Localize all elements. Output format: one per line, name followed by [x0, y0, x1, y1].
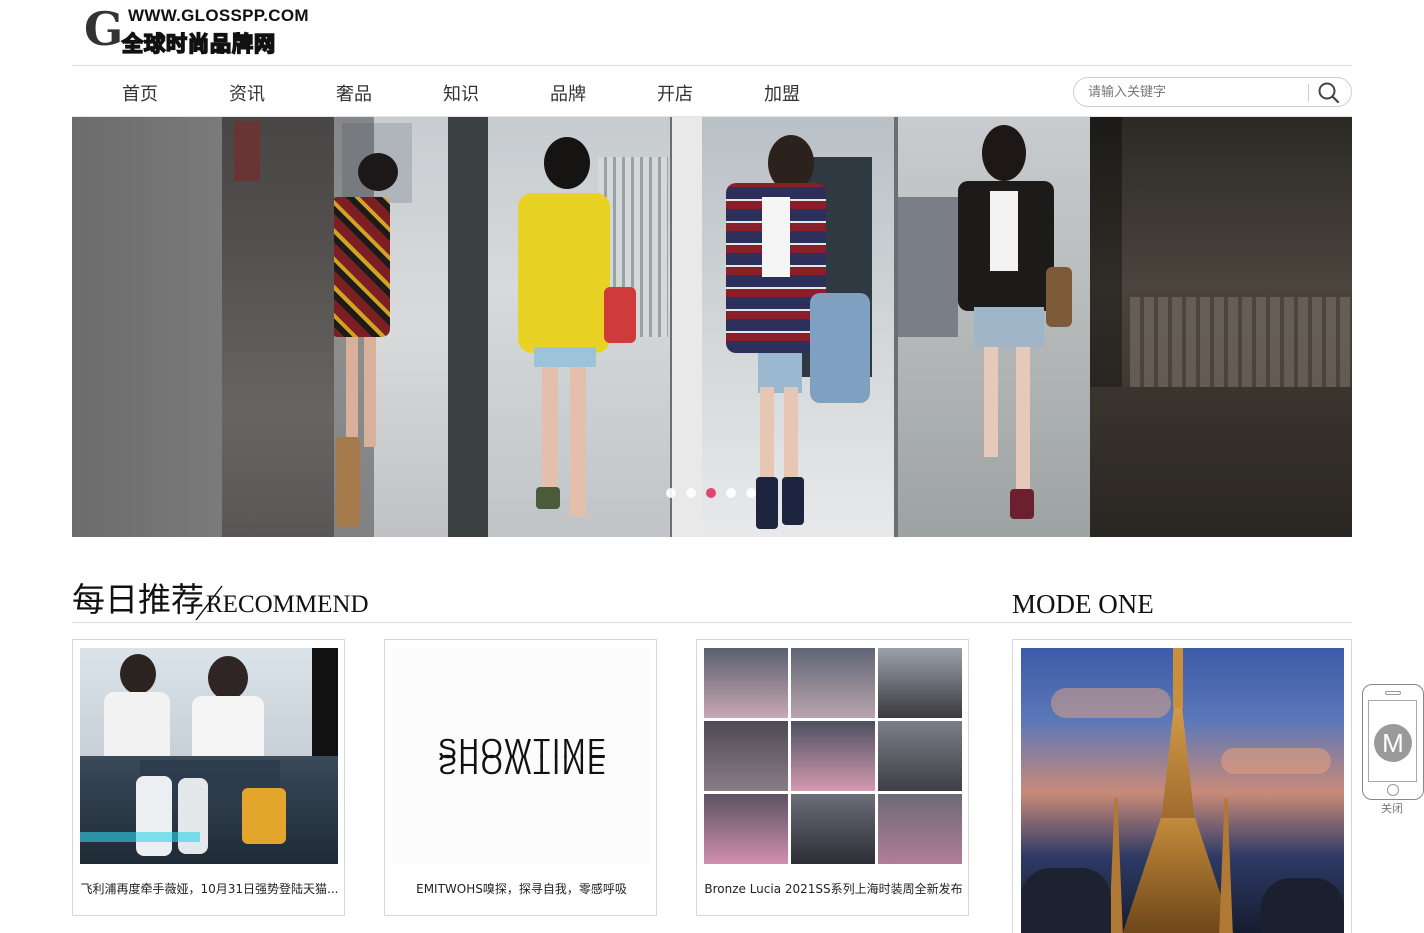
section-divider — [72, 622, 1352, 623]
mobile-widget[interactable]: M — [1362, 684, 1424, 800]
search-icon — [1318, 82, 1340, 104]
logo-name-text: 全球时尚品牌网 — [121, 31, 276, 57]
m-logo-icon: M — [1374, 724, 1412, 762]
banner-slide-photo — [898, 117, 1090, 537]
phone-home-icon — [1387, 784, 1399, 796]
carousel-dots — [666, 488, 756, 498]
photo-grid — [704, 648, 962, 864]
carousel-dot[interactable] — [686, 488, 696, 498]
search-input[interactable] — [1088, 83, 1298, 101]
search-button[interactable] — [1316, 81, 1342, 105]
page: G WWW.GLOSSPP.COM 全球时尚品牌网 首页 资讯 奢品 知识 品牌… — [0, 0, 1424, 933]
close-widget-button[interactable]: 关闭 — [1381, 800, 1403, 816]
slash-divider-icon — [195, 585, 223, 620]
nav-item-brand[interactable]: 品牌 — [550, 80, 657, 106]
card-image — [80, 648, 338, 864]
carousel-dot[interactable] — [726, 488, 736, 498]
recommend-title-cn: 每日推荐 — [72, 580, 204, 619]
nav-item-luxury[interactable]: 奢品 — [336, 80, 443, 106]
phone-speaker-icon — [1385, 691, 1401, 695]
banner-slide-photo — [448, 117, 670, 537]
logo-url-text: WWW.GLOSSPP.COM — [128, 6, 309, 25]
carousel-dot[interactable] — [666, 488, 676, 498]
header-divider — [72, 65, 1352, 66]
mode-one-card[interactable] — [1012, 639, 1352, 933]
nav-item-home[interactable]: 首页 — [122, 80, 229, 106]
recommend-card[interactable]: Bronze Lucia 2021SS系列上海时装周全新发布 — [696, 639, 969, 916]
brand-logo-mirror: SHOWTIME — [438, 749, 608, 780]
nav-item-news[interactable]: 资讯 — [229, 80, 336, 106]
nav-item-franchise[interactable]: 加盟 — [764, 80, 871, 106]
mode-one-image — [1021, 648, 1344, 933]
card-image — [704, 648, 962, 864]
recommend-title-en: RECOMMEND — [206, 591, 369, 618]
card-caption[interactable]: Bronze Lucia 2021SS系列上海时装周全新发布 — [703, 880, 964, 897]
banner-side-photo — [222, 117, 334, 537]
banner-carousel[interactable] — [72, 117, 1352, 537]
mode-one-title: MODE ONE — [1012, 589, 1154, 619]
banner-right-photo — [1090, 117, 1352, 537]
card-caption[interactable]: EMITWOHS嗅探，探寻自我，零感呼吸 — [391, 880, 652, 897]
card-caption[interactable]: 飞利浦再度牵手薇娅，10月31日强势登陆天猫... — [79, 880, 340, 897]
nav-item-knowledge[interactable]: 知识 — [443, 80, 550, 106]
search-box — [1073, 77, 1352, 107]
carousel-dot-active[interactable] — [706, 488, 716, 498]
logo-mark: G — [84, 2, 124, 56]
recommend-card[interactable]: SHOWTIME SHOWTIME EMITWOHS嗅探，探寻自我，零感呼吸 — [384, 639, 657, 916]
recommend-card[interactable]: 飞利浦再度牵手薇娅，10月31日强势登陆天猫... — [72, 639, 345, 916]
search-separator — [1308, 84, 1309, 102]
banner-left-panel — [72, 117, 222, 537]
main-nav: 首页 资讯 奢品 知识 品牌 开店 加盟 — [122, 80, 871, 106]
banner-slide-photo — [334, 117, 448, 537]
site-logo[interactable]: G WWW.GLOSSPP.COM 全球时尚品牌网 — [78, 2, 309, 58]
carousel-dot[interactable] — [746, 488, 756, 498]
card-image: SHOWTIME SHOWTIME — [392, 648, 650, 864]
banner-slide-photo — [672, 117, 894, 537]
nav-item-open-store[interactable]: 开店 — [657, 80, 764, 106]
recommend-heading: 每日推荐 RECOMMEND — [72, 580, 369, 620]
